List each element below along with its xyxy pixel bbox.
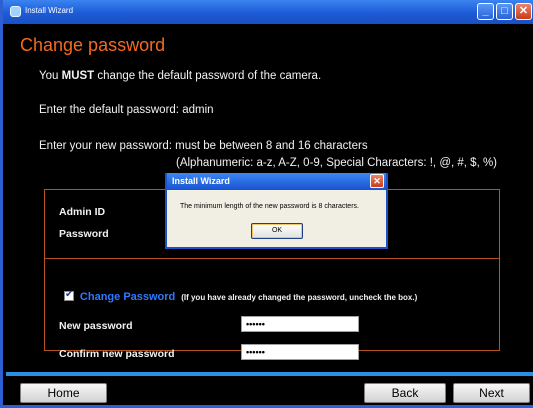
back-button[interactable]: Back (364, 383, 446, 403)
panel-divider (45, 258, 499, 259)
close-icon[interactable]: ✕ (515, 3, 532, 20)
wizard-footer: Home Back Next (6, 376, 533, 405)
page-title: Change password (20, 35, 166, 55)
default-password-text: Enter the default password: admin (39, 104, 214, 116)
change-password-row[interactable]: Change Password (If you have already cha… (64, 289, 418, 303)
must-prefix: You (39, 70, 62, 82)
new-password-requirements: Enter your new password: must be between… (39, 140, 368, 152)
minimize-icon[interactable]: _ (477, 3, 494, 20)
admin-id-label: Admin ID (59, 206, 106, 218)
app-icon (10, 6, 21, 17)
dialog-titlebar[interactable]: Install Wizard (167, 173, 386, 190)
charset-note: (Alphanumeric: a-z, A-Z, 0-9, Special Ch… (176, 157, 498, 169)
install-wizard-window: Install Wizard _ □ ✕ Change password You… (0, 0, 533, 408)
maximize-icon[interactable]: □ (496, 3, 513, 20)
new-password-field[interactable]: •••••• (241, 316, 359, 332)
dialog-title: Install Wizard (172, 176, 230, 186)
must-suffix: change the default password of the camer… (94, 70, 322, 82)
dialog-message: The minimum length of the new password i… (180, 203, 359, 210)
change-password-checkbox[interactable] (64, 289, 74, 301)
change-password-label[interactable]: Change Password (80, 291, 175, 303)
next-button[interactable]: Next (453, 383, 530, 403)
change-password-note: (If you have already changed the passwor… (181, 293, 418, 302)
confirm-password-field[interactable]: •••••• (241, 344, 359, 360)
confirm-password-label: Confirm new password (59, 348, 175, 360)
dialog-close-icon[interactable]: ✕ (370, 174, 384, 188)
home-button[interactable]: Home (20, 383, 107, 403)
window-titlebar[interactable]: Install Wizard _ □ ✕ (3, 0, 533, 24)
password-label: Password (59, 228, 109, 240)
alert-dialog: Install Wizard ✕ The minimum length of t… (165, 173, 388, 249)
new-password-label: New password (59, 320, 133, 332)
must-word: MUST (61, 70, 95, 82)
dialog-ok-button[interactable]: OK (251, 223, 303, 239)
window-title: Install Wizard (25, 6, 74, 15)
must-change-notice: You MUST change the default password of … (39, 70, 321, 82)
